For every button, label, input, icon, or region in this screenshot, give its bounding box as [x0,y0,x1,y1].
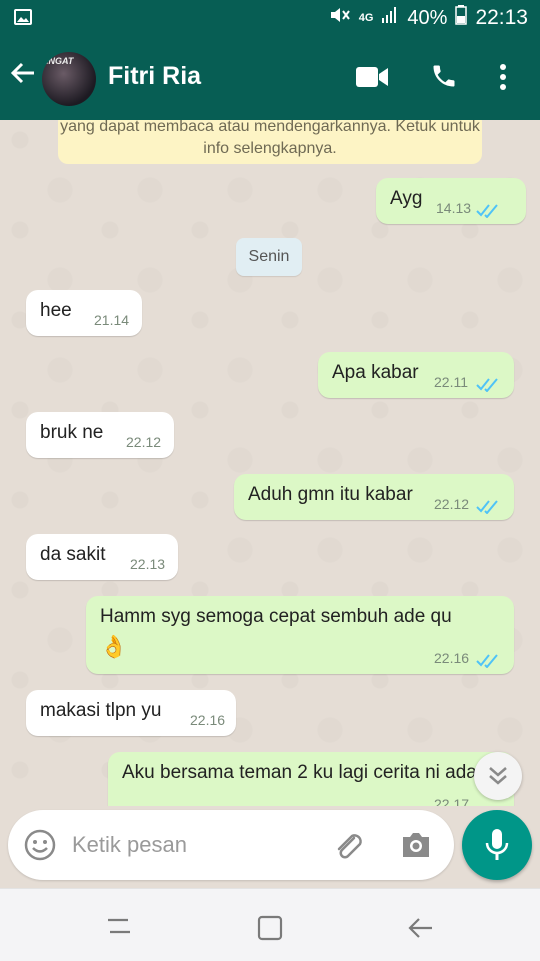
message-time: 22.12 [434,496,470,512]
video-call-icon[interactable] [356,66,388,93]
mute-icon [329,5,351,31]
message-text: bruk ne [40,422,104,443]
message-bubble[interactable]: da sakit 22.13 [26,534,178,580]
message-bubble[interactable]: bruk ne 22.12 [26,412,174,458]
back-arrow-icon[interactable] [8,58,44,98]
message-bubble[interactable]: makasi tlpn yu 22.16 [26,690,236,736]
day-separator: Senin [236,238,302,276]
gallery-notification-icon [14,9,32,30]
message-bubble[interactable]: Hamm syg semoga cepat sembuh ade qu 👌 22… [86,596,514,674]
message-composer[interactable]: Ketik pesan [8,810,454,880]
read-ticks-icon [476,652,500,674]
message-text: Hamm syg semoga cepat sembuh ade qu [100,606,452,627]
message-time: 22.16 [434,650,470,666]
message-text: hee [40,300,72,321]
chat-header: INGAT Fitri Ria [0,36,540,120]
message-bubble[interactable]: Ayg 14.13 [376,178,526,224]
network-type-label: 4G [358,12,374,24]
battery-percent: 40% [407,6,448,29]
double-chevron-down-icon [489,767,507,785]
message-text: da sakit [40,544,106,565]
camera-icon[interactable] [400,831,432,864]
attach-paperclip-icon[interactable] [332,829,366,868]
battery-icon [455,5,468,31]
voice-call-icon[interactable] [430,62,458,95]
signal-icon [381,6,399,30]
message-time: 21.14 [94,312,130,328]
emoji-icon[interactable] [24,829,56,866]
read-ticks-icon [476,202,500,224]
status-bar: 4G 40% 22:13 [0,0,540,36]
read-ticks-icon [476,498,500,520]
message-bubble[interactable]: Aku bersama teman 2 ku lagi cerita ni ad… [108,752,514,806]
home-icon[interactable] [256,914,284,947]
message-time: 22.16 [190,712,226,728]
message-time: 22.13 [130,556,166,572]
message-time: 14.13 [436,200,472,216]
microphone-icon [485,829,509,860]
system-navigation-bar [0,888,540,961]
chat-area[interactable]: yang dapat membaca atau mendengarkannya.… [0,120,540,806]
message-text: Apa kabar [332,362,419,383]
message-bubble[interactable]: Aduh gmn itu kabar 22.12 [234,474,514,520]
read-ticks-icon [476,376,500,398]
scroll-to-bottom-button[interactable] [474,752,522,800]
message-text: Aku bersama teman 2 ku lagi cerita ni ad… [122,762,477,783]
contact-avatar[interactable]: INGAT [42,52,96,106]
avatar-label: INGAT [46,56,74,66]
message-time: 22.11 [434,374,468,390]
recent-apps-icon[interactable] [104,914,134,943]
encryption-notice[interactable]: yang dapat membaca atau mendengarkannya.… [58,120,482,164]
clock: 22:13 [475,6,528,29]
message-text: makasi tlpn yu [40,700,162,721]
nav-back-icon[interactable] [406,914,436,947]
mic-button[interactable] [462,810,532,880]
more-options-icon[interactable] [498,62,508,97]
ok-hand-emoji: 👌 [100,634,128,659]
message-text: Ayg [390,188,423,209]
message-input[interactable]: Ketik pesan [72,832,187,858]
message-time: 22.12 [126,434,162,450]
message-time: 22.17 [434,796,470,806]
contact-name[interactable]: Fitri Ria [108,62,201,91]
message-bubble[interactable]: Apa kabar 22.11 [318,352,514,398]
message-bubble[interactable]: hee 21.14 [26,290,142,336]
message-text: Aduh gmn itu kabar [248,484,413,505]
